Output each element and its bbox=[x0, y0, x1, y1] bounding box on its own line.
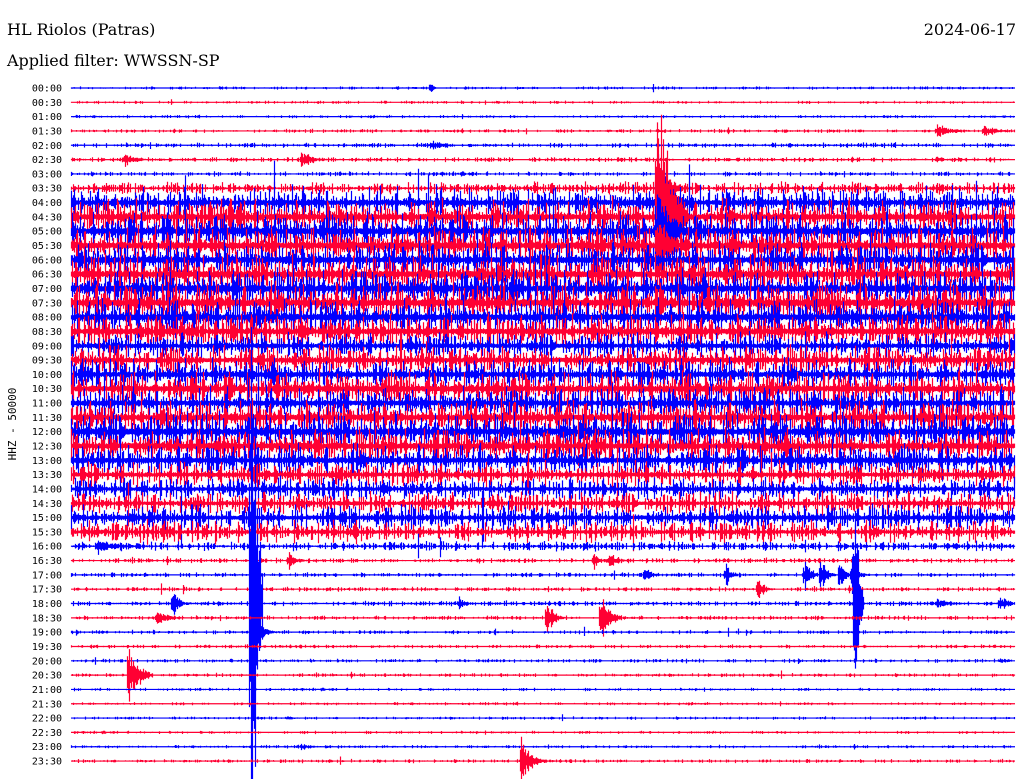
trace-row-2200 bbox=[71, 714, 1016, 722]
trace-row-2030 bbox=[70, 649, 1016, 702]
row-time-label: 11:30 bbox=[32, 413, 62, 424]
row-time-label: 23:00 bbox=[32, 742, 62, 753]
trace-row-1730 bbox=[71, 580, 1016, 598]
date-label: 2024-06-17 bbox=[923, 20, 1016, 39]
trace-row-2300 bbox=[70, 743, 1015, 751]
row-time-label: 21:30 bbox=[32, 699, 62, 710]
row-time-label: 16:30 bbox=[32, 556, 62, 567]
trace-row-0200 bbox=[70, 140, 1015, 150]
row-time-label: 05:00 bbox=[32, 227, 62, 238]
trace-row-2100 bbox=[71, 687, 1015, 692]
row-time-label: 00:00 bbox=[32, 84, 62, 95]
trace-row-0030 bbox=[70, 99, 1015, 105]
row-time-label: 20:30 bbox=[32, 671, 62, 682]
row-time-label: 18:00 bbox=[32, 599, 62, 610]
trace-row-2000 bbox=[71, 657, 1015, 665]
row-time-label: 13:00 bbox=[32, 456, 62, 467]
row-time-label: 02:30 bbox=[32, 155, 62, 166]
row-time-label: 09:00 bbox=[32, 341, 62, 352]
trace-row-1900 bbox=[70, 625, 1015, 639]
row-time-label: 01:30 bbox=[32, 126, 62, 137]
filter-label: Applied filter: WWSSN-SP bbox=[7, 51, 220, 70]
row-time-label: 17:30 bbox=[32, 585, 62, 596]
station-title: HL Riolos (Patras) bbox=[7, 20, 156, 39]
trace-row-1930 bbox=[70, 644, 1016, 649]
row-time-label: 11:00 bbox=[32, 399, 62, 410]
row-time-label: 08:00 bbox=[32, 313, 62, 324]
row-time-label: 01:00 bbox=[32, 112, 62, 123]
row-time-label: 23:30 bbox=[32, 757, 62, 768]
trace-row-2130 bbox=[71, 701, 1015, 707]
trace-row-1830 bbox=[71, 599, 1015, 637]
row-time-label: 10:30 bbox=[32, 384, 62, 395]
row-time-label: 04:00 bbox=[32, 198, 62, 209]
row-time-label: 10:00 bbox=[32, 370, 62, 381]
row-time-label: 07:30 bbox=[32, 298, 62, 309]
trace-row-1630 bbox=[70, 552, 1015, 570]
row-time-label: 15:00 bbox=[32, 513, 62, 524]
row-time-label: 12:30 bbox=[32, 442, 62, 453]
row-time-label: 18:30 bbox=[32, 613, 62, 624]
row-time-label: 02:00 bbox=[32, 141, 62, 152]
trace-row-0100 bbox=[71, 114, 1015, 120]
channel-label: HHZ - 50000 bbox=[6, 388, 19, 461]
row-time-label: 19:30 bbox=[32, 642, 62, 653]
helicorder-plot: 00:00 00:30 01:00 01:30 02:00 02:30 03:00 03:30… bbox=[6, 84, 1016, 779]
row-time-label: 14:30 bbox=[32, 499, 62, 510]
row-time-label: 05:30 bbox=[32, 241, 62, 252]
trace-row-0300 bbox=[70, 171, 1015, 178]
row-time-label: 06:30 bbox=[32, 270, 62, 281]
row-time-label: 09:30 bbox=[32, 356, 62, 367]
row-time-label: 04:30 bbox=[32, 212, 62, 223]
row-time-label: 22:30 bbox=[32, 728, 62, 739]
row-time-label: 03:00 bbox=[32, 169, 62, 180]
row-time-label: 12:00 bbox=[32, 427, 62, 438]
row-time-label: 20:00 bbox=[32, 656, 62, 667]
trace-row-0130 bbox=[70, 124, 1016, 137]
row-time-label: 15:30 bbox=[32, 527, 62, 538]
row-time-label: 16:00 bbox=[32, 542, 62, 553]
trace-row-2330 bbox=[71, 736, 1015, 779]
row-time-label: 08:30 bbox=[32, 327, 62, 338]
row-time-label: 22:00 bbox=[32, 714, 62, 725]
row-time-label: 00:30 bbox=[32, 98, 62, 109]
row-time-label: 14:00 bbox=[32, 484, 62, 495]
row-time-label: 21:00 bbox=[32, 685, 62, 696]
trace-row-2230 bbox=[71, 730, 1015, 735]
row-time-label: 03:30 bbox=[32, 184, 62, 195]
row-time-label: 17:00 bbox=[32, 570, 62, 581]
row-time-label: 06:00 bbox=[32, 255, 62, 266]
row-time-label: 07:00 bbox=[32, 284, 62, 295]
row-time-label: 13:30 bbox=[32, 470, 62, 481]
trace-row-0230 bbox=[70, 152, 1015, 167]
trace-row-0000 bbox=[70, 84, 1015, 93]
row-time-label: 19:00 bbox=[32, 628, 62, 639]
